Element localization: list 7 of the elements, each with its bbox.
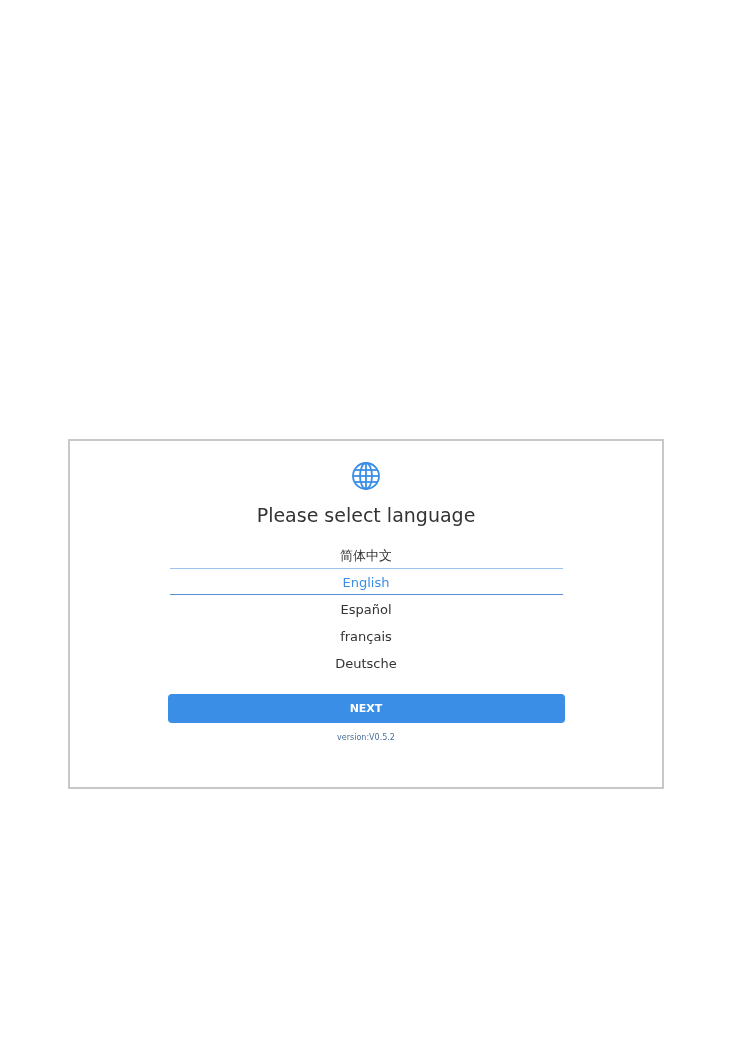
language-option[interactable]: 简体中文 [169, 541, 563, 568]
language-option[interactable]: français [169, 622, 563, 649]
language-option[interactable]: Español [169, 595, 563, 622]
globe-icon [351, 461, 381, 491]
language-option[interactable]: Deutsche [169, 649, 563, 676]
dialog-title: Please select language [256, 503, 476, 528]
version-label: version:V0.5.2 [337, 733, 395, 742]
